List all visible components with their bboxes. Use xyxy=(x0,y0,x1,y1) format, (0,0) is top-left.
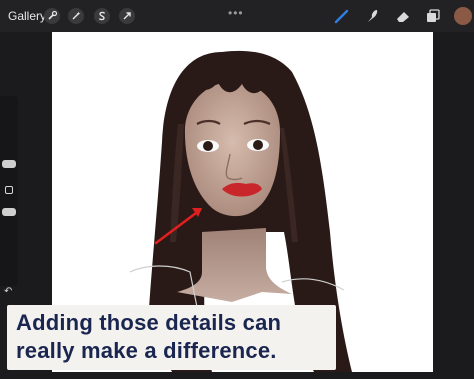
wrench-icon[interactable] xyxy=(44,8,60,24)
caption-box: Adding those details can really make a d… xyxy=(7,305,336,370)
smudge-icon[interactable] xyxy=(363,7,381,25)
top-toolbar: Gallery ••• xyxy=(0,0,474,32)
layers-icon[interactable] xyxy=(424,7,442,25)
bottom-bar xyxy=(0,372,474,379)
eraser-icon[interactable] xyxy=(394,7,412,25)
opacity-slider[interactable] xyxy=(2,208,16,216)
selection-s-icon[interactable] xyxy=(94,8,110,24)
more-options-icon[interactable]: ••• xyxy=(228,6,244,20)
caption-line-1: Adding those details can xyxy=(16,310,282,335)
brush-size-slider[interactable] xyxy=(2,160,16,168)
magic-wand-icon[interactable] xyxy=(68,8,84,24)
brush-icon[interactable] xyxy=(333,7,351,25)
color-swatch[interactable] xyxy=(454,7,472,25)
undo-icon[interactable]: ↶ xyxy=(4,286,12,297)
caption-line-2: really make a difference. xyxy=(16,338,277,363)
transform-arrow-icon[interactable] xyxy=(119,8,135,24)
left-sidebar: ↶ xyxy=(0,96,18,297)
modify-square-button[interactable] xyxy=(5,186,13,194)
gallery-button[interactable]: Gallery xyxy=(8,9,46,23)
